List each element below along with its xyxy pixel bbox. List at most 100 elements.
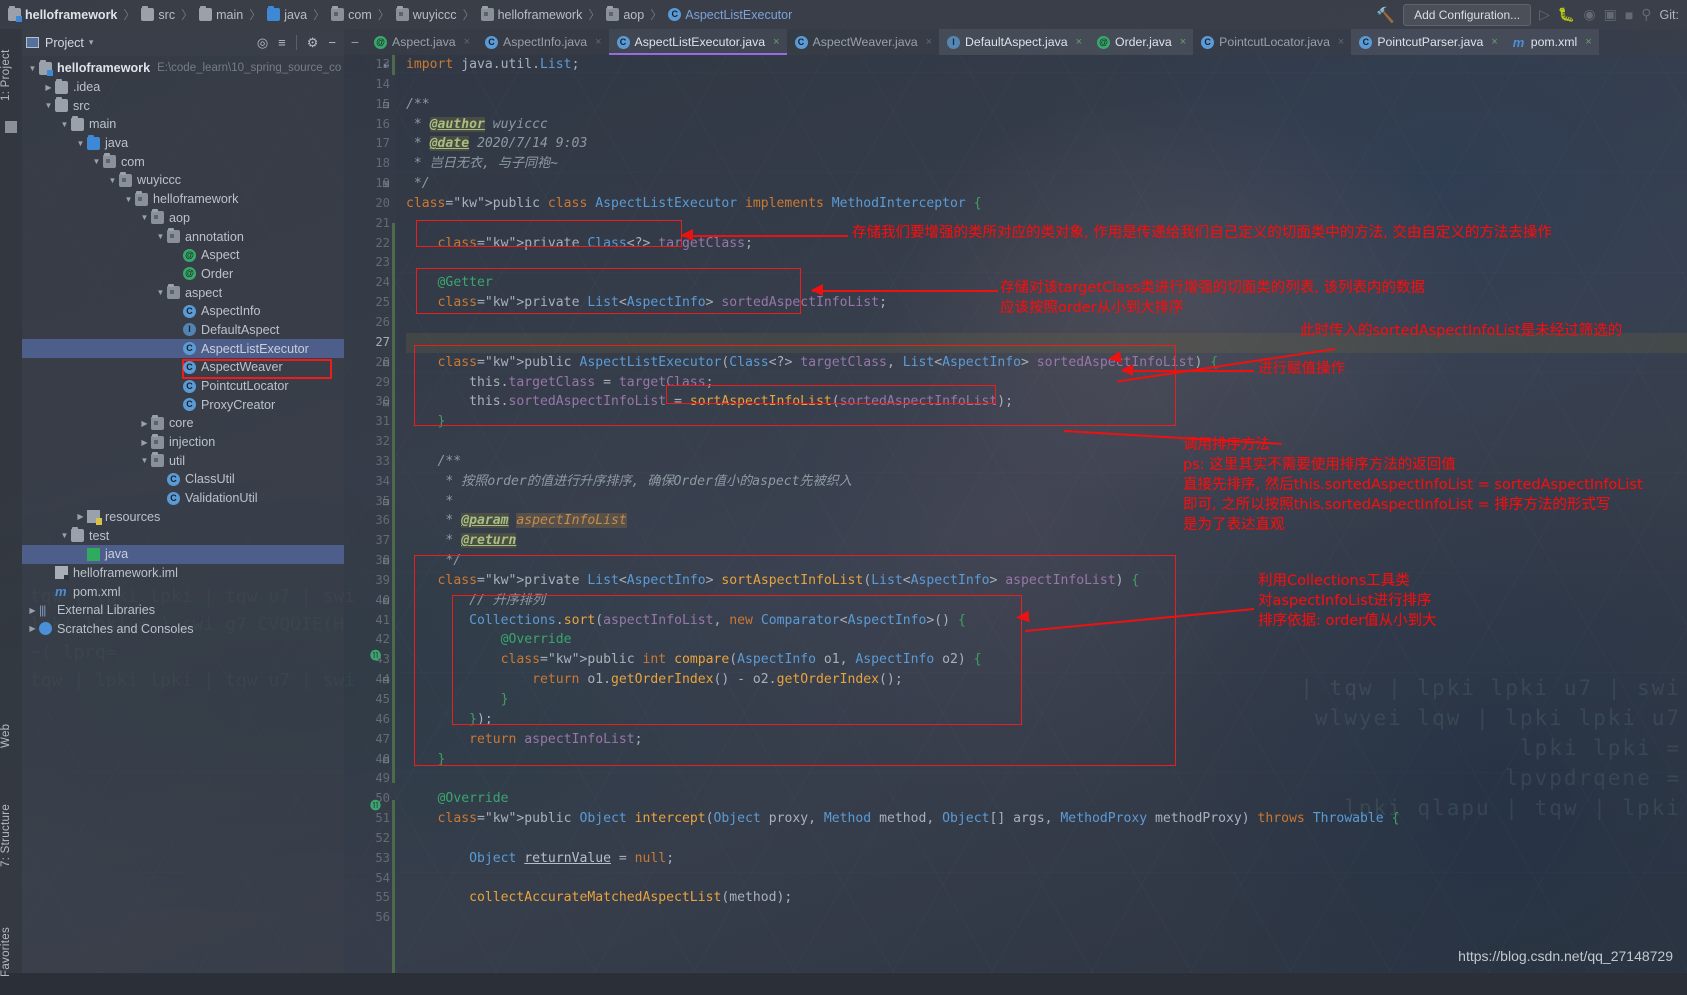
close-icon[interactable]: × [1491,36,1497,48]
breadcrumb-item-src[interactable]: src [141,8,175,22]
editor-tab-pom-xml[interactable]: mpom.xml× [1505,29,1599,55]
editor-tab-aspect-java[interactable]: @Aspect.java× [366,29,477,55]
tree-row--idea[interactable]: ▶.idea [22,78,344,97]
editor-tab-order-java[interactable]: @Order.java× [1089,29,1193,55]
tree-row-com[interactable]: ▼com [22,152,344,171]
close-icon[interactable]: × [1585,36,1591,48]
tree-row-scratches-and-consoles[interactable]: ▶Scratches and Consoles [22,620,344,639]
tree-row-injection[interactable]: ▶injection [22,433,344,452]
tree-row-aop[interactable]: ▼aop [22,209,344,228]
code-line-46[interactable]: }); [406,710,1687,730]
editor-tab-aspectinfo-java[interactable]: CAspectInfo.java× [477,29,609,55]
coverage-icon[interactable]: ◉ [1583,6,1595,23]
tree-row-defaultaspect[interactable]: IDefaultAspect [22,321,344,340]
structure-strip-icon[interactable] [5,121,17,133]
breadcrumb-item-java[interactable]: java [267,8,307,22]
search-everywhere-icon[interactable]: ⚲ [1641,6,1651,23]
tree-row-helloframework[interactable]: ▼helloframework [22,190,344,209]
chevron-toggle-icon[interactable]: ▼ [122,195,135,204]
tool-window-favorites[interactable]: Favorites [0,909,22,995]
close-icon[interactable]: × [926,36,932,48]
tree-row-util[interactable]: ▼util [22,451,344,470]
chevron-toggle-icon[interactable]: ▶ [138,419,151,428]
chevron-toggle-icon[interactable]: ▶ [42,83,55,92]
code-line-28[interactable]: class="kw">public AspectListExecutor(Cla… [406,353,1687,373]
stop-icon[interactable]: ■ [1625,7,1633,23]
code-line-51[interactable]: class="kw">public Object intercept(Objec… [406,809,1687,829]
tree-row-test[interactable]: ▼test [22,526,344,545]
tree-row-external-libraries[interactable]: ▶|||External Libraries [22,601,344,620]
tree-row-helloframework[interactable]: ▼helloframeworkE:\code_learn\10_spring_s… [22,59,344,78]
breadcrumb-item-com[interactable]: com [331,8,372,22]
breadcrumb-item-aspectlistexecutor[interactable]: CAspectListExecutor [668,8,792,22]
tree-row-core[interactable]: ▶core [22,414,344,433]
editor-tab-pointcutparser-java[interactable]: CPointcutParser.java× [1351,29,1504,55]
code-line-39[interactable]: class="kw">private List<AspectInfo> sort… [406,571,1687,591]
tree-row-pointcutlocator[interactable]: CPointcutLocator [22,377,344,396]
tool-window-project[interactable]: 1: Project [0,35,22,115]
tree-row-validationutil[interactable]: CValidationUtil [22,489,344,508]
tree-row-aspectweaver[interactable]: CAspectWeaver [22,358,344,377]
collapse-editor-icon[interactable]: − [344,29,366,55]
code-line-38[interactable]: */ [406,551,1687,571]
breadcrumb-item-wuyiccc[interactable]: wuyiccc [396,8,457,22]
code-line-54[interactable] [406,869,1687,889]
breadcrumb-item-main[interactable]: main [199,8,243,22]
breadcrumb-item-helloframework[interactable]: helloframework [8,8,117,22]
locate-icon[interactable]: ◎ [257,36,268,49]
code-line-43[interactable]: class="kw">public int compare(AspectInfo… [406,650,1687,670]
tree-row-src[interactable]: ▼src [22,96,344,115]
chevron-toggle-icon[interactable]: ▶ [74,512,87,521]
tree-row-classutil[interactable]: CClassUtil [22,470,344,489]
code-line-18[interactable]: * 岂日无衣, 与子同袍~ [406,154,1687,174]
chevron-toggle-icon[interactable]: ▶ [26,606,39,615]
editor-tab-pointcutlocator-java[interactable]: CPointcutLocator.java× [1193,29,1351,55]
chevron-toggle-icon[interactable]: ▼ [138,456,151,465]
code-line-13[interactable]: import java.util.List; [406,55,1687,75]
chevron-down-icon[interactable]: ▾ [89,37,94,48]
tree-row-annotation[interactable]: ▼annotation [22,227,344,246]
collapse-all-icon[interactable]: ≡ [278,36,286,49]
code-line-55[interactable]: collectAccurateMatchedAspectList(method)… [406,888,1687,908]
chevron-toggle-icon[interactable]: ▼ [90,157,103,166]
code-line-29[interactable]: this.targetClass = targetClass; [406,373,1687,393]
editor-tab-aspectlistexecutor-java[interactable]: CAspectListExecutor.java× [609,29,787,55]
build-hammer-icon[interactable]: 🔨 [1376,6,1395,24]
tree-row-main[interactable]: ▼main [22,115,344,134]
editor-tab-aspectweaver-java[interactable]: CAspectWeaver.java× [787,29,939,55]
code-line-48[interactable]: } [406,750,1687,770]
close-icon[interactable]: × [1076,36,1082,48]
git-widget-label[interactable]: Git: [1660,8,1679,22]
tool-window-structure[interactable]: 7: Structure [0,789,22,881]
chevron-toggle-icon[interactable]: ▼ [138,213,151,222]
code-line-16[interactable]: * @author wuyiccc [406,115,1687,135]
close-icon[interactable]: × [464,36,470,48]
code-line-15[interactable]: /** [406,95,1687,115]
run-icon[interactable]: ▷ [1539,6,1550,23]
code-line-53[interactable]: Object returnValue = null; [406,849,1687,869]
code-line-37[interactable]: * @return [406,531,1687,551]
breadcrumb-item-aop[interactable]: aop [606,8,644,22]
tree-row-pom-xml[interactable]: mpom.xml [22,582,344,601]
chevron-toggle-icon[interactable]: ▶ [26,624,39,633]
code-line-19[interactable]: */ [406,174,1687,194]
code-line-52[interactable] [406,829,1687,849]
code-line-17[interactable]: * @date 2020/7/14 9:03 [406,134,1687,154]
chevron-toggle-icon[interactable]: ▼ [154,288,167,297]
implements-method-icon[interactable]: ⓫ [370,647,381,663]
tree-row-order[interactable]: @Order [22,265,344,284]
chevron-toggle-icon[interactable]: ▼ [74,139,87,148]
code-line-23[interactable] [406,253,1687,273]
implements-method-icon[interactable]: ⓫ [370,797,381,813]
code-line-50[interactable]: @Override [406,789,1687,809]
profiler-icon[interactable]: ▣ [1604,6,1617,23]
tree-row-aspect[interactable]: @Aspect [22,246,344,265]
close-icon[interactable]: × [1180,36,1186,48]
code-line-40[interactable]: // 升序排列 [406,591,1687,611]
code-line-33[interactable]: /** [406,452,1687,472]
hide-icon[interactable]: − [328,36,336,49]
editor-tab-defaultaspect-java[interactable]: IDefaultAspect.java× [939,29,1089,55]
gear-icon[interactable]: ⚙ [307,36,319,49]
breadcrumb-item-helloframework[interactable]: helloframework [481,8,583,22]
tree-row-wuyiccc[interactable]: ▼wuyiccc [22,171,344,190]
